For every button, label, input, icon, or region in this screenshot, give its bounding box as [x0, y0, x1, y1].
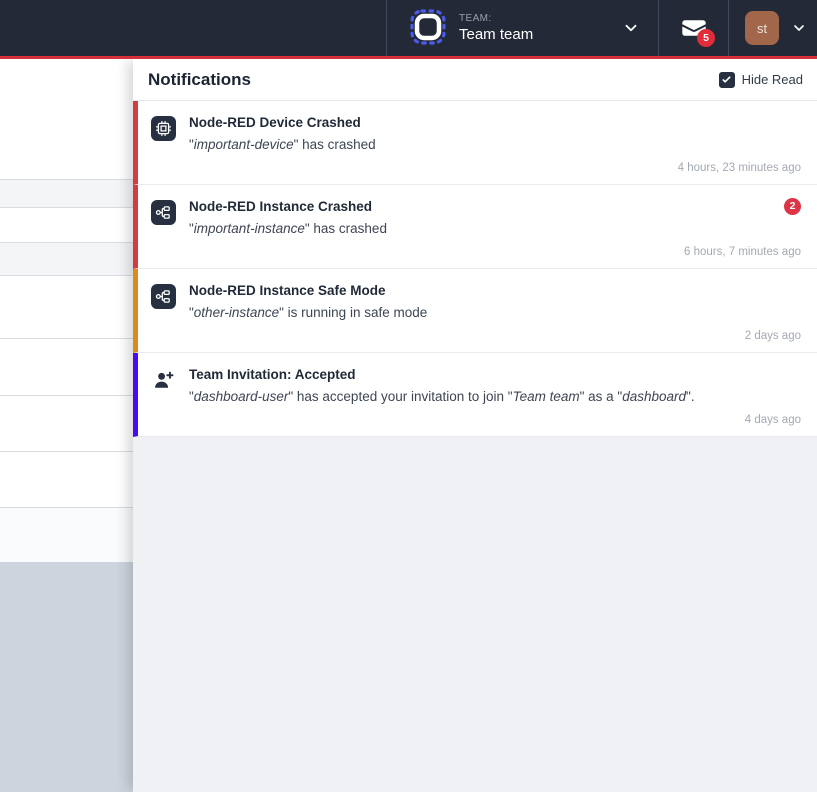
check-icon [721, 74, 732, 85]
notification-content: Team Invitation: Accepted "dashboard-use… [189, 367, 801, 426]
notification-message: "dashboard-user" has accepted your invit… [189, 389, 801, 404]
notification-item[interactable]: Node-RED Instance Crashed "important-ins… [133, 185, 817, 269]
drawer-header: Notifications Hide Read [133, 59, 817, 101]
notification-content: Node-RED Instance Crashed "important-ins… [189, 199, 801, 258]
team-selector[interactable]: TEAM: Team team [386, 0, 658, 56]
hide-read-toggle[interactable]: Hide Read [719, 72, 803, 88]
notifications-button[interactable]: 5 [658, 0, 728, 56]
notification-title: Team Invitation: Accepted [189, 367, 801, 382]
hide-read-checkbox[interactable] [719, 72, 735, 88]
notification-item[interactable]: Node-RED Instance Safe Mode "other-insta… [133, 269, 817, 353]
notification-title: Node-RED Device Crashed [189, 115, 801, 130]
notification-title: Node-RED Instance Crashed [189, 199, 801, 214]
instance-flow-icon [151, 200, 176, 225]
navbar-spacer [0, 0, 386, 56]
team-name: Team team [459, 26, 610, 43]
chevron-down-icon [622, 19, 640, 37]
top-navbar: TEAM: Team team 5 st [0, 0, 817, 59]
notification-timestamp: 2 days ago [189, 330, 801, 342]
team-text: TEAM: Team team [459, 13, 610, 43]
notification-count-badge: 2 [784, 198, 801, 215]
notification-item[interactable]: Team Invitation: Accepted "dashboard-use… [133, 353, 817, 437]
page-title: Notifications [148, 70, 251, 90]
notification-item[interactable]: Node-RED Device Crashed "important-devic… [133, 101, 817, 185]
notification-timestamp: 4 days ago [189, 414, 801, 426]
notification-timestamp: 4 hours, 23 minutes ago [189, 162, 801, 174]
chevron-down-icon [791, 20, 807, 36]
user-menu[interactable]: st [728, 0, 817, 56]
notification-content: Node-RED Device Crashed "important-devic… [189, 115, 801, 174]
notification-timestamp: 6 hours, 7 minutes ago [189, 246, 801, 258]
avatar: st [745, 11, 779, 45]
notification-title: Node-RED Instance Safe Mode [189, 283, 801, 298]
notification-content: Node-RED Instance Safe Mode "other-insta… [189, 283, 801, 342]
app: Notifications Hide Read Node-RED Device … [0, 0, 817, 792]
notifications-drawer: Notifications Hide Read Node-RED Device … [133, 59, 817, 792]
device-chip-icon [151, 116, 176, 141]
notification-list: Node-RED Device Crashed "important-devic… [133, 101, 817, 437]
team-icon [409, 8, 447, 49]
mail-badge: 5 [697, 29, 715, 47]
notification-message: "important-device" has crashed [189, 137, 801, 152]
notification-message: "important-instance" has crashed [189, 221, 801, 236]
instance-flow-icon [151, 284, 176, 309]
drawer-empty-area [133, 436, 817, 792]
notification-message: "other-instance" is running in safe mode [189, 305, 801, 320]
team-label: TEAM: [459, 13, 610, 24]
hide-read-label: Hide Read [742, 72, 803, 87]
user-add-icon [151, 368, 176, 393]
